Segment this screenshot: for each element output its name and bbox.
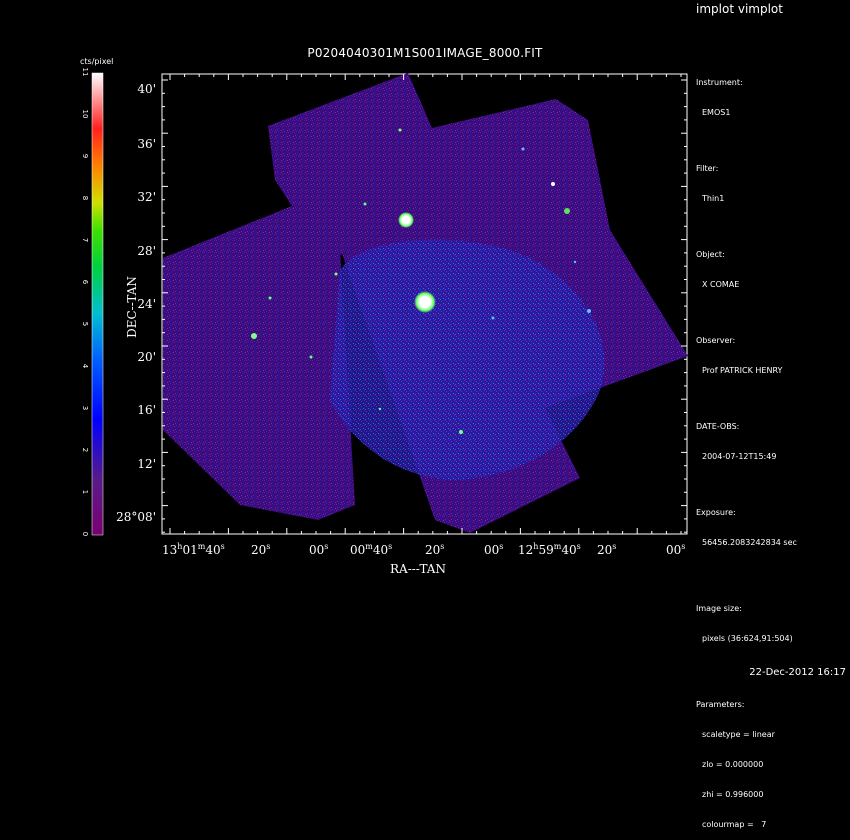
x-tick-label-part: 00: [666, 543, 682, 557]
y-tick-label: 28°08': [116, 510, 156, 524]
x-tick-label-part: m: [365, 542, 373, 551]
x-tick-label: 00s: [666, 542, 685, 557]
colorbar-tick-label: 7: [81, 237, 89, 243]
x-tick-label-part: 20: [425, 543, 441, 557]
x-tick-label-part: 12: [518, 543, 534, 557]
x-tick-label-part: 00: [350, 543, 366, 557]
x-tick-label-part: 20: [597, 543, 613, 557]
x-tick-label: 20s: [251, 542, 270, 557]
image-size-label: Image size:: [696, 604, 742, 613]
y-tick-label: 32': [137, 190, 156, 204]
y-tick-label: 36': [137, 137, 156, 151]
y-axis-label: DEC--TAN: [125, 276, 139, 338]
x-tick-label-part: 40: [561, 543, 577, 557]
x-tick-label-part: s: [388, 542, 393, 551]
x-tick-label-part: 40: [372, 543, 389, 557]
date-label: DATE-OBS:: [696, 422, 740, 431]
exposure-label: Exposure:: [696, 508, 736, 517]
colorbar-tick-label: 1: [81, 489, 89, 495]
x-axis-label: RA---TAN: [390, 562, 446, 576]
x-tick-label: 00s: [309, 542, 328, 557]
param-colourmap: colourmap = 7: [702, 820, 767, 829]
parameters-label: Parameters:: [696, 700, 745, 709]
x-tick-label-part: s: [499, 542, 504, 551]
x-tick-label-part: 20: [251, 543, 267, 557]
image-size-value: pixels (36:624,91:504): [702, 634, 793, 643]
x-tick-label: 20s: [425, 542, 444, 557]
colorbar-tick-label: 11: [81, 67, 89, 77]
colorbar-tick-label: 6: [81, 279, 89, 285]
x-tick-label-part: s: [681, 542, 686, 551]
x-tick-label: 00s: [484, 542, 503, 557]
x-tick-label: 13h01m40s: [162, 542, 225, 557]
exposure-value: 56456.2083242834 sec: [702, 538, 797, 547]
colorbar-tick-label: 9: [81, 153, 89, 159]
param-zlo: zlo = 0.000000: [702, 760, 764, 769]
y-tick-label: 28': [137, 244, 156, 258]
y-tick-label: 20': [137, 350, 156, 364]
y-tick-label: 40': [137, 82, 156, 96]
colorbar-tick-label: 8: [81, 195, 89, 201]
x-tick-label-part: 59: [538, 543, 554, 557]
observer-value: Prof PATRICK HENRY: [702, 366, 783, 375]
object-label: Object:: [696, 250, 725, 259]
x-tick-label: 12h59m40s: [518, 542, 581, 557]
param-zhi: zhi = 0.996000: [702, 790, 764, 799]
y-tick-label: 16': [137, 403, 156, 417]
x-tick-label-part: 00: [309, 543, 325, 557]
colorbar: [91, 72, 104, 536]
observer-label: Observer:: [696, 336, 736, 345]
x-tick-label-part: 01: [182, 543, 198, 557]
colorbar-tick-label: 10: [81, 109, 89, 119]
instrument-value: EMOS1: [702, 108, 731, 117]
colorbar-tick-label: 3: [81, 405, 89, 411]
y-tick-label: 12': [137, 457, 156, 471]
filter-label: Filter:: [696, 164, 719, 173]
x-tick-label-part: 40: [205, 543, 221, 557]
x-tick-label: 20s: [597, 542, 616, 557]
colorbar-tick-label: 0: [81, 531, 89, 537]
x-tick-label-part: s: [576, 542, 581, 551]
instrument-label: Instrument:: [696, 78, 743, 87]
x-tick-label: 00m40s: [350, 542, 392, 557]
x-tick-label-part: s: [324, 542, 329, 551]
x-tick-label-part: 13: [162, 543, 178, 557]
x-tick-label-part: s: [220, 542, 225, 551]
x-tick-label-part: s: [266, 542, 271, 551]
object-value: X COMAE: [702, 280, 740, 289]
timestamp: 22-Dec-2012 16:17: [749, 667, 846, 678]
x-tick-label-part: s: [440, 542, 445, 551]
filter-value: Thin1: [702, 194, 725, 203]
x-tick-label-part: 00: [484, 543, 500, 557]
x-tick-label-part: s: [612, 542, 617, 551]
info-panel: Instrument: EMOS1 Filter: Thin1 Object: …: [696, 58, 797, 840]
colorbar-tick-label: 4: [81, 363, 89, 369]
colorbar-tick-label: 5: [81, 321, 89, 327]
colorbar-tick-label: 2: [81, 447, 89, 453]
date-value: 2004-07-12T15:49: [702, 452, 777, 461]
param-scaletype: scaletype = linear: [702, 730, 775, 739]
